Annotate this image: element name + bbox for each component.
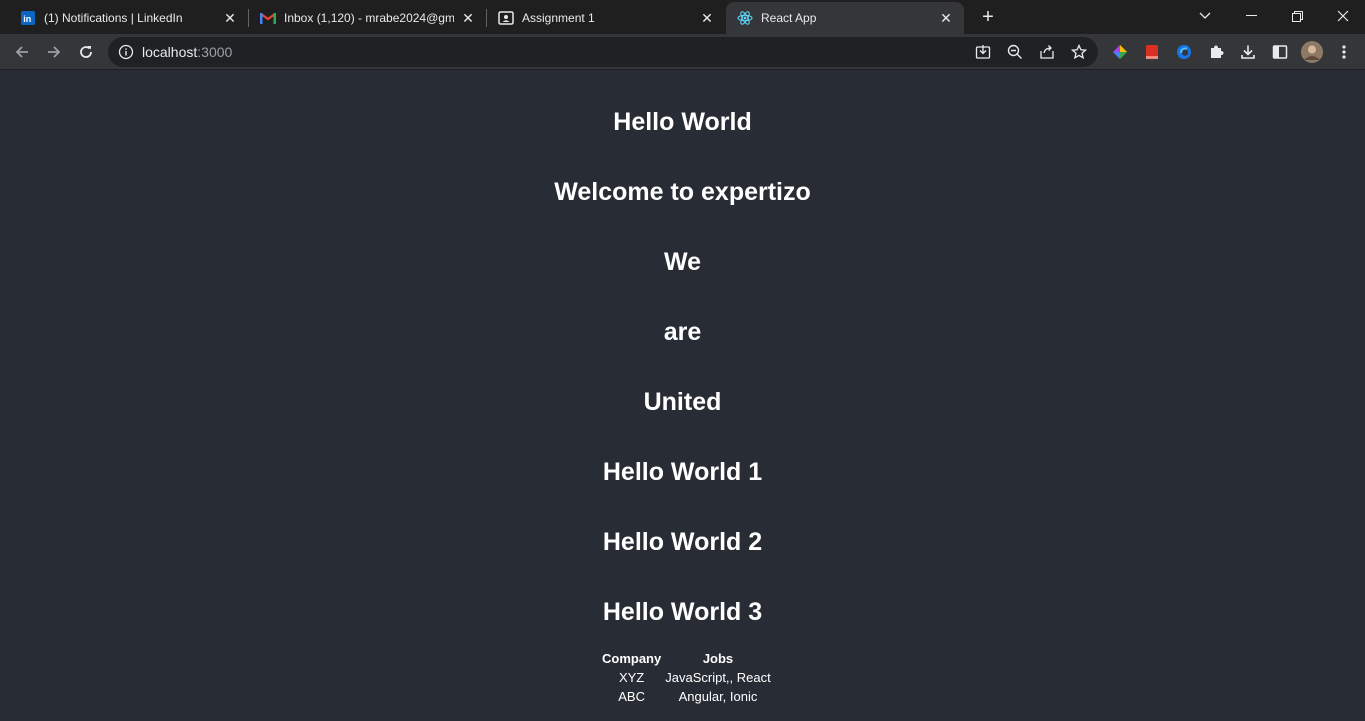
url-host: localhost <box>142 44 198 60</box>
jobs-cell: JavaScript,, React <box>665 670 771 685</box>
color-picker-extension-icon[interactable] <box>1107 39 1133 65</box>
downloads-icon[interactable] <box>1235 39 1261 65</box>
company-cell: ABC <box>618 689 645 704</box>
heading-are: are <box>663 318 702 346</box>
edge-extension-icon[interactable] <box>1171 39 1197 65</box>
heading-united: United <box>643 388 722 416</box>
svg-text:in: in <box>23 14 31 24</box>
heading-hello-world-2: Hello World 2 <box>602 528 763 556</box>
heading-welcome: Welcome to expertizo <box>554 178 811 206</box>
react-icon <box>737 10 753 26</box>
close-icon[interactable]: ✕ <box>699 10 715 26</box>
back-button[interactable] <box>9 39 35 65</box>
heading-hello-world: Hello World <box>613 108 752 136</box>
minimize-button[interactable] <box>1228 0 1274 32</box>
restore-button[interactable] <box>1274 0 1320 32</box>
tab-strip: in (1) Notifications | LinkedIn ✕ Inbox … <box>0 0 1365 34</box>
column-header-company: Company <box>602 651 662 666</box>
close-icon[interactable]: ✕ <box>938 10 954 26</box>
tab-linkedin[interactable]: in (1) Notifications | LinkedIn ✕ <box>0 2 248 34</box>
browser-toolbar: localhost:3000 <box>0 34 1365 70</box>
share-icon[interactable] <box>1038 43 1056 61</box>
company-cell: XYZ <box>618 670 645 685</box>
close-icon[interactable]: ✕ <box>222 10 238 26</box>
column-header-jobs: Jobs <box>702 651 734 666</box>
heading-we: We <box>663 248 702 276</box>
jobs-cell: Angular, Ionic <box>678 689 758 704</box>
table-row: XYZ JavaScript,, React <box>600 668 773 687</box>
heading-hello-world-3: Hello World 3 <box>602 598 763 626</box>
tab-gmail[interactable]: Inbox (1,120) - mrabe2024@gma ✕ <box>248 2 486 34</box>
zoom-out-icon[interactable] <box>1006 43 1024 61</box>
gmail-icon <box>260 10 276 26</box>
heading-hello-world-1: Hello World 1 <box>602 458 763 486</box>
page-content: Hello World Welcome to expertizo We are … <box>0 71 1365 721</box>
reload-button[interactable] <box>73 39 99 65</box>
profile-avatar[interactable] <box>1299 39 1325 65</box>
jobs-table: Company Jobs XYZ JavaScript,, React ABC … <box>600 649 773 706</box>
url-port: :3000 <box>197 44 233 60</box>
table-row: ABC Angular, Ionic <box>600 687 773 706</box>
tab-title: React App <box>761 11 817 25</box>
tab-assignment[interactable]: Assignment 1 ✕ <box>487 2 725 34</box>
forward-button[interactable] <box>41 39 67 65</box>
contact-card-icon <box>498 10 514 26</box>
tab-search-chevron-icon[interactable] <box>1182 0 1228 32</box>
tab-title: Assignment 1 <box>522 11 595 25</box>
tab-react-app[interactable]: React App ✕ <box>726 2 964 34</box>
url-text[interactable]: localhost:3000 <box>142 44 232 60</box>
site-info-icon[interactable] <box>118 44 134 60</box>
install-app-icon[interactable] <box>974 43 992 61</box>
tab-title: Inbox (1,120) - mrabe2024@gma <box>284 11 454 25</box>
address-bar[interactable]: localhost:3000 <box>108 37 1098 67</box>
linkedin-icon: in <box>20 10 36 26</box>
red-book-extension-icon[interactable] <box>1139 39 1165 65</box>
new-tab-button[interactable]: + <box>977 6 999 28</box>
menu-kebab-icon[interactable] <box>1331 39 1357 65</box>
close-window-button[interactable] <box>1320 0 1365 32</box>
bookmark-star-icon[interactable] <box>1070 43 1088 61</box>
side-panel-icon[interactable] <box>1267 39 1293 65</box>
table-header-row: Company Jobs <box>600 649 773 668</box>
extensions-puzzle-icon[interactable] <box>1203 39 1229 65</box>
close-icon[interactable]: ✕ <box>460 10 476 26</box>
tab-title: (1) Notifications | LinkedIn <box>44 11 183 25</box>
